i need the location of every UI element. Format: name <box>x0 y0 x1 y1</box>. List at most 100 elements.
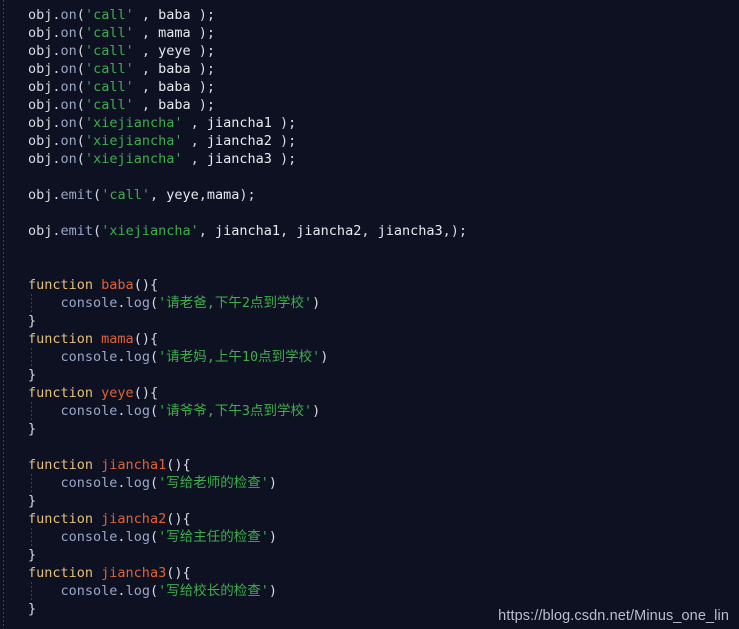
code-token-punct: ); <box>190 7 216 23</box>
code-token-punct: } <box>28 547 37 563</box>
code-line[interactable] <box>0 240 739 258</box>
code-line[interactable]: obj.on('xiejiancha' , jiancha3 ); <box>0 150 739 168</box>
code-token-punct: , <box>182 133 207 149</box>
watermark-url: https://blog.csdn.net/Minus_one_lin <box>498 608 729 624</box>
code-token-punct: . <box>117 349 126 365</box>
code-line[interactable] <box>0 168 739 186</box>
code-token-punct: . <box>117 403 126 419</box>
code-line[interactable]: obj.on('xiejiancha' , jiancha2 ); <box>0 132 739 150</box>
code-line[interactable]: obj.on('call' , baba ); <box>0 96 739 114</box>
code-line[interactable]: obj.on('call' , baba ); <box>0 6 739 24</box>
code-token-fn: jiancha2 <box>101 511 167 527</box>
code-line-list[interactable]: obj.on('call' , baba ); obj.on('call' , m… <box>0 6 739 618</box>
code-token-punct <box>93 331 101 347</box>
code-token-punct: ( <box>149 295 159 311</box>
code-line[interactable]: console.log('写给主任的检查') <box>0 528 739 546</box>
code-line[interactable]: obj.on('call' , baba ); <box>0 78 739 96</box>
code-line[interactable]: console.log('请老爸,下午2点到学校') <box>0 294 739 312</box>
code-token-prop: console <box>60 349 118 365</box>
code-token-str: 'call' <box>84 7 134 23</box>
code-token-ident: jiancha3 <box>206 151 272 167</box>
code-line[interactable]: } <box>0 420 739 438</box>
code-token-plain: obj <box>28 115 53 131</box>
code-token-punct <box>93 277 101 293</box>
code-line[interactable]: console.log('写给校长的检查') <box>0 582 739 600</box>
code-token-str: 'call' <box>84 79 134 95</box>
code-token-punct: } <box>28 421 37 437</box>
code-token-punct: ) <box>268 529 277 545</box>
code-line[interactable]: obj.on('call' , yeye ); <box>0 42 739 60</box>
code-token-punct: . <box>52 97 61 113</box>
code-token-ident: jiancha2 <box>296 223 362 239</box>
code-token-str: 'call' <box>84 25 134 41</box>
code-token-prop: emit <box>60 187 94 203</box>
code-token-prop: on <box>60 61 77 77</box>
code-token-punct: , <box>280 223 297 239</box>
code-token-punct: (){ <box>133 331 159 347</box>
code-token-punct: . <box>52 115 61 131</box>
code-line[interactable]: obj.on('xiejiancha' , jiancha1 ); <box>0 114 739 132</box>
code-token-punct: ( <box>149 475 159 491</box>
code-token-punct: , <box>198 223 215 239</box>
code-token-str: 'call' <box>101 187 150 203</box>
code-token-punct: . <box>52 79 61 95</box>
code-line[interactable] <box>0 204 739 222</box>
code-token-punct: . <box>52 133 61 149</box>
code-token-punct: . <box>52 223 61 239</box>
code-token-punct: . <box>52 151 61 167</box>
code-token-punct: . <box>117 295 126 311</box>
code-token-str: 'xiejiancha' <box>84 151 183 167</box>
code-line[interactable]: function yeye(){ <box>0 384 739 402</box>
code-token-punct: ( <box>149 583 159 599</box>
code-token-plain: obj <box>28 61 53 77</box>
code-token-punct: . <box>52 187 61 203</box>
code-line[interactable]: } <box>0 312 739 330</box>
code-token-prop: log <box>125 295 150 311</box>
code-token-punct: . <box>52 7 61 23</box>
code-token-str: '写给主任的检查' <box>158 529 269 545</box>
code-line[interactable]: function mama(){ <box>0 330 739 348</box>
code-token-prop: on <box>60 25 77 41</box>
code-line[interactable]: console.log('写给老师的检查') <box>0 474 739 492</box>
code-line[interactable]: } <box>0 492 739 510</box>
code-token-punct: (){ <box>166 565 191 581</box>
code-token-prop: on <box>60 7 77 23</box>
code-line[interactable]: console.log('请爷爷,下午3点到学校') <box>0 402 739 420</box>
code-token-punct: ); <box>190 43 216 59</box>
code-line[interactable]: function baba(){ <box>0 276 739 294</box>
code-token-punct: . <box>52 61 61 77</box>
code-token-punct: ) <box>312 295 321 311</box>
code-line[interactable]: console.log('请老妈,上午10点到学校') <box>0 348 739 366</box>
code-line[interactable]: obj.emit('xiejiancha', jiancha1, jiancha… <box>0 222 739 240</box>
code-token-ident: mama <box>158 25 191 41</box>
code-token-punct: . <box>117 475 126 491</box>
code-token-fn: baba <box>101 277 134 293</box>
code-line[interactable] <box>0 258 739 276</box>
code-line[interactable]: obj.emit('call', yeye,mama); <box>0 186 739 204</box>
code-line[interactable] <box>0 438 739 456</box>
code-token-prop: log <box>125 475 150 491</box>
code-token-punct: ); <box>271 115 297 131</box>
code-line[interactable]: function jiancha3(){ <box>0 564 739 582</box>
code-token-str: '写给老师的检查' <box>158 475 269 491</box>
code-line[interactable]: function jiancha2(){ <box>0 510 739 528</box>
code-token-punct: ) <box>268 475 277 491</box>
code-line[interactable]: obj.on('call' , baba ); <box>0 60 739 78</box>
code-token-punct: ( <box>76 7 85 23</box>
code-editor[interactable]: obj.on('call' , baba ); obj.on('call' , m… <box>0 0 739 629</box>
code-line[interactable]: } <box>0 546 739 564</box>
code-token-punct: , <box>361 223 378 239</box>
code-token-punct: , <box>182 115 207 131</box>
code-line[interactable]: function jiancha1(){ <box>0 456 739 474</box>
code-token-prop: on <box>60 115 77 131</box>
code-token-fn: mama <box>101 331 134 347</box>
code-token-ident: yeye <box>166 187 199 203</box>
code-token-prop: log <box>125 583 150 599</box>
code-token-plain: obj <box>28 43 53 59</box>
code-token-prop: log <box>125 403 150 419</box>
code-line[interactable]: obj.on('call' , mama ); <box>0 24 739 42</box>
code-token-ident: jiancha1 <box>206 115 272 131</box>
code-token-punct: (){ <box>133 277 159 293</box>
code-token-punct: , <box>133 43 159 59</box>
code-line[interactable]: } <box>0 366 739 384</box>
